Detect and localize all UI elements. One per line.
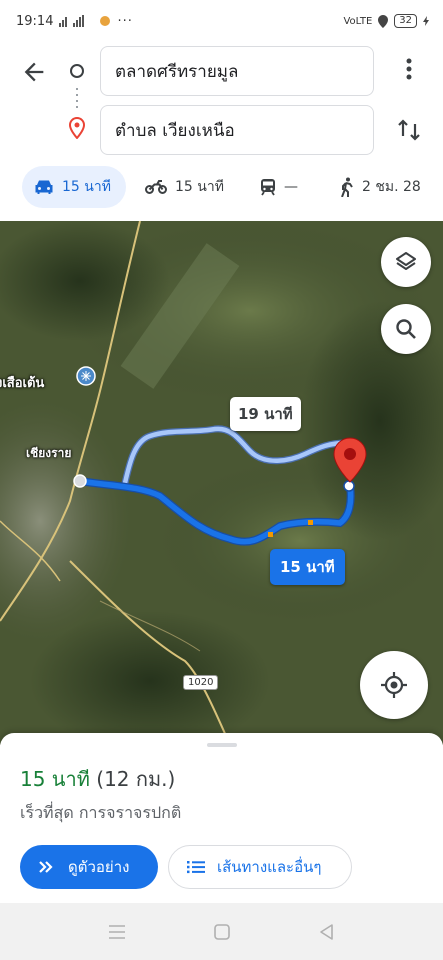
destination-input[interactable]: ตำบล เวียงเหนือ (100, 105, 374, 155)
battery-icon: 32 (394, 14, 417, 28)
car-icon (35, 180, 53, 194)
tab-driving-label: 15 นาที (62, 179, 111, 195)
back-icon[interactable] (316, 921, 338, 943)
origin-row: ตลาดศรีทรายมูล (0, 44, 443, 100)
road-number-badge: 1020 (183, 675, 219, 690)
route-duration: 15 นาที (20, 767, 90, 791)
my-location-button[interactable] (360, 651, 428, 719)
tab-driving[interactable]: 15 นาที (22, 166, 126, 208)
transit-icon (261, 179, 275, 196)
tab-walking-label: 2 ชม. 28 (362, 179, 421, 195)
main-route-time-label[interactable]: 15 นาที (270, 549, 345, 585)
notification-icon (100, 16, 111, 26)
volte-label: VoLTE (343, 15, 373, 27)
place-label-landmark[interactable]: งเสือเต้น (0, 372, 44, 393)
motorcycle-icon (145, 180, 167, 194)
drag-handle[interactable] (207, 743, 237, 747)
list-icon (187, 861, 205, 874)
layers-button[interactable] (381, 237, 431, 287)
tab-transit-label: — (284, 179, 298, 195)
swap-directions-icon[interactable] (394, 115, 424, 145)
destination-row: ตำบล เวียงเหนือ (0, 103, 443, 159)
signal-icon (59, 15, 85, 27)
walk-icon (341, 177, 353, 197)
layers-icon (396, 252, 416, 270)
location-icon (378, 14, 389, 28)
travel-mode-tabs: 15 นาที 15 นาที — 2 ชม. 28 (0, 166, 443, 208)
tab-motorcycle[interactable]: 15 นาที (145, 166, 224, 208)
origin-input[interactable]: ตลาดศรีทรายมูล (100, 46, 374, 96)
system-navigation-bar (0, 903, 443, 960)
preview-button[interactable]: ดูตัวอย่าง (20, 845, 158, 889)
destination-pin-icon (69, 117, 85, 139)
home-icon[interactable] (211, 921, 233, 943)
tab-transit[interactable]: — (260, 166, 298, 208)
origin-dot-icon (70, 64, 84, 78)
route-summary-heading: 15 นาที (12 กม.) (20, 763, 175, 795)
more-options-icon[interactable] (397, 54, 421, 84)
route-summary-sheet[interactable]: 15 นาที (12 กม.) เร็วที่สุด การจราจรปกติ… (0, 733, 443, 903)
more-notifications-icon: ··· (117, 13, 133, 29)
search-icon (396, 319, 416, 339)
charging-icon (423, 16, 429, 26)
place-label-city[interactable]: เชียงราย (26, 444, 71, 463)
alt-route-time-label[interactable]: 19 นาที (230, 397, 301, 431)
route-distance: (12 กม.) (96, 767, 176, 791)
menu-icon[interactable] (106, 921, 128, 943)
back-arrow-icon[interactable] (20, 58, 48, 86)
tab-walking[interactable]: 2 ชม. 28 (340, 166, 421, 208)
tab-motorcycle-label: 15 นาที (175, 179, 224, 195)
steps-more-button-label: เส้นทางและอื่นๆ (217, 858, 322, 876)
route-description: เร็วที่สุด การจราจรปกติ (20, 803, 182, 822)
map-view[interactable]: งเสือเต้น เชียงราย 1020 19 นาที 15 นาที (0, 221, 443, 745)
steps-more-button[interactable]: เส้นทางและอื่นๆ (168, 845, 352, 889)
status-bar: 19:14 ··· VoLTE 32 (0, 0, 443, 42)
status-time: 19:14 (16, 13, 54, 29)
double-chevron-icon (39, 861, 53, 873)
destination-marker-icon[interactable] (333, 437, 367, 483)
crosshair-icon (381, 672, 407, 698)
search-along-route-button[interactable] (381, 304, 431, 354)
preview-button-label: ดูตัวอย่าง (68, 858, 130, 876)
